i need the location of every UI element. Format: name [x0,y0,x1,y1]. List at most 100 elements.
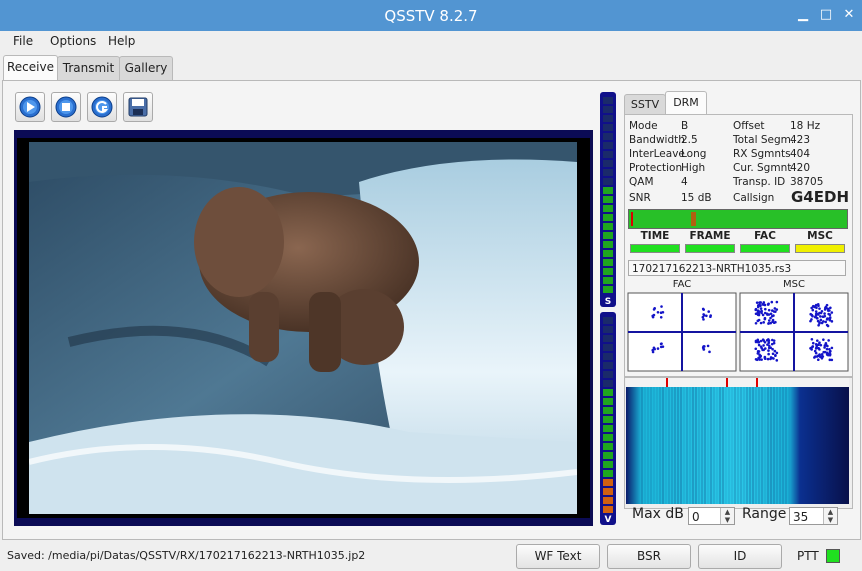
constellation-point [652,346,656,350]
drm-value: 423 [790,134,811,146]
state-frame-indicator [685,244,735,253]
vu-segment [603,214,613,221]
vu-segment [603,223,613,230]
wf-text-button[interactable]: WF Text [516,544,600,569]
constellation-point [759,345,763,348]
close-button[interactable]: ✕ [840,6,858,24]
id-button[interactable]: ID [698,544,782,569]
tab-sstv[interactable]: SSTV [624,94,666,115]
constellation-point [705,314,708,318]
constellation-point [827,339,830,342]
waterfall-markers [626,378,849,387]
constellation-point [707,310,711,313]
range-value: 35 [793,510,809,524]
drm-value: 18 Hz [790,120,821,132]
constellation-point [826,353,830,357]
tab-gallery[interactable]: Gallery [119,56,173,80]
constellation-point [770,300,774,304]
erase-button[interactable] [87,92,117,122]
state-time-label: TIME [640,230,670,242]
constellation-point [828,313,832,317]
tab-receive[interactable]: Receive [3,55,58,81]
vu-segment [603,362,613,369]
constellation-point [754,347,758,351]
vu-segment [603,232,613,239]
constellation-point [775,351,779,355]
constellation-point [828,350,832,354]
drm-label: Transp. ID [733,176,786,188]
constellation-point [767,339,771,342]
constellation-point [826,324,830,328]
range-stepper[interactable]: ▲ ▼ [823,508,837,524]
constellation-point [755,301,759,304]
stop-button[interactable] [51,92,81,122]
vu-segment [603,488,613,495]
state-msc: MSC [793,230,847,254]
constellation-point [763,303,767,307]
ptt-indicator [826,549,840,563]
vu-segment [603,380,613,387]
fac-constellation [627,292,737,372]
constellation-point [701,346,705,350]
menu-options[interactable]: Options [50,34,96,48]
range-spinbox[interactable]: 35 ▲ ▼ [789,507,838,525]
constellation-point [659,315,663,319]
constellation-point [825,344,828,347]
bsr-button[interactable]: BSR [607,544,691,569]
menu-help[interactable]: Help [108,34,135,48]
vu-segment [603,187,613,194]
minimize-button[interactable]: ▁ [794,6,812,24]
menu-file[interactable]: File [13,34,33,48]
constellation-point [770,342,774,346]
drm-label: InterLeave [629,148,685,160]
vu-segment [603,115,613,122]
drm-label: SNR [629,192,651,204]
constellation-point [702,313,705,316]
vu-segment [603,434,613,441]
constellation-point [756,305,760,309]
constellation-point [818,321,821,325]
vu-segment [603,178,613,185]
start-button[interactable] [15,92,45,122]
constellation-point [758,303,761,306]
state-fac-indicator [740,244,790,253]
drm-value: 4 [681,176,688,188]
maximize-button[interactable]: □ [817,6,835,24]
constellation-point [758,358,761,361]
constellation-point [818,307,821,310]
fac-label: FAC [672,279,692,290]
vu-segment [603,344,613,351]
constellation-point [814,347,818,350]
vu-segment [603,389,613,396]
constellation-point [762,321,765,324]
drm-value: 404 [790,148,811,160]
msc-constellation [739,292,849,372]
vu-segment [603,353,613,360]
constellation-point [759,321,763,325]
constellation-point [816,339,819,342]
save-button[interactable] [123,92,153,122]
drm-label: QAM [629,176,654,188]
status-saved-text: Saved: /media/pi/Datas/QSSTV/RX/17021716… [7,549,366,562]
state-frame: FRAME [683,230,737,254]
constellation-point [824,320,828,324]
vu-segment [603,479,613,486]
constellation-point [760,309,764,313]
constellation-point [759,355,762,358]
vu-segment [603,416,613,423]
constellation-point [767,322,770,325]
constellation-point [756,319,760,323]
constellation-point [824,306,827,310]
constellation-point [756,313,760,317]
constellation-point [814,351,818,355]
vu-segment [603,106,613,113]
vu-segment [603,142,613,149]
vu-segment [603,241,613,248]
maxdb-spinbox[interactable]: 0 ▲ ▼ [688,507,735,525]
tab-transmit[interactable]: Transmit [57,56,120,80]
constellation-point [756,350,760,353]
maxdb-stepper[interactable]: ▲ ▼ [720,508,734,524]
tab-drm[interactable]: DRM [665,91,707,115]
menu-bar: File Options Help [0,31,862,52]
vu-segment [603,326,613,333]
